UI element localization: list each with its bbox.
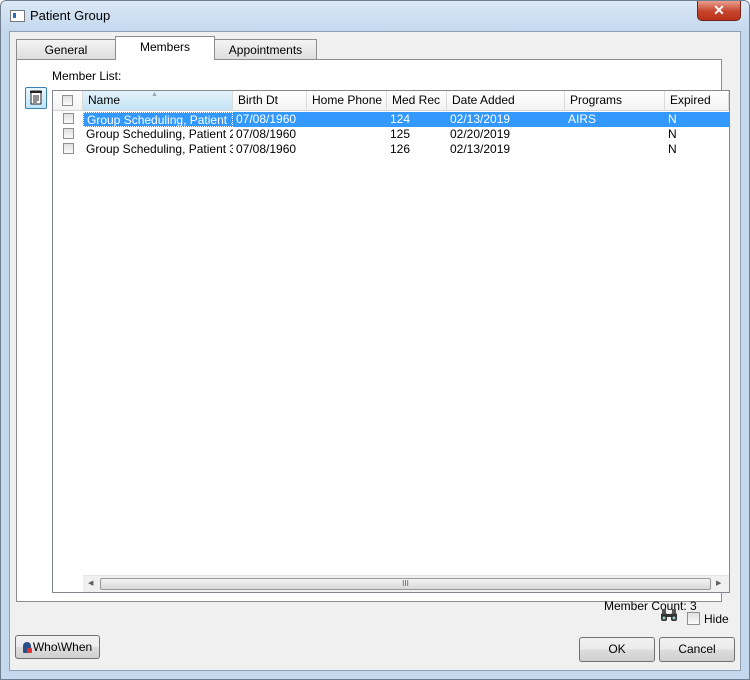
tab-appointments[interactable]: Appointments (214, 39, 317, 60)
member-list-label: Member List: (52, 69, 122, 83)
column-header-med-rec[interactable]: Med Rec (387, 91, 447, 111)
table-row[interactable]: Group Scheduling, Patient 1 07/08/1960 1… (83, 112, 729, 127)
column-header-date-added[interactable]: Date Added (447, 91, 565, 111)
cell-home-phone (307, 142, 387, 157)
scroll-right-icon[interactable]: ▶ (716, 579, 721, 587)
column-header-name[interactable]: ▲ Name (83, 91, 233, 111)
header-select-all-cell (53, 91, 83, 111)
cell-expired: N (668, 112, 677, 126)
window-title: Patient Group (30, 8, 111, 23)
row-checkbox[interactable] (63, 143, 74, 154)
cell-date-added: 02/13/2019 (450, 112, 511, 126)
cell-programs (565, 142, 665, 157)
cell-home-phone (307, 112, 387, 127)
cancel-button[interactable]: Cancel (659, 637, 735, 662)
hide-label: Hide (704, 612, 729, 626)
whowhen-label: Who\When (32, 640, 93, 654)
dialog-body: General Members Appointments Member List… (9, 31, 741, 671)
cell-expired: N (668, 142, 677, 156)
tab-members[interactable]: Members (115, 36, 215, 60)
row-checkbox[interactable] (63, 113, 74, 124)
cell-home-phone (307, 127, 387, 142)
binoculars-icon[interactable] (660, 608, 678, 622)
cell-birth-dt: 07/08/1960 (236, 142, 297, 156)
app-window-icon (10, 10, 25, 22)
cell-date-added: 02/13/2019 (450, 142, 511, 156)
member-list-icon (30, 90, 42, 105)
scroll-left-icon[interactable]: ◀ (88, 579, 93, 587)
member-list-grid[interactable]: ▲ Name Birth Dt Home Phone Med Rec Date … (52, 90, 730, 593)
cell-birth-dt: 07/08/1960 (236, 112, 297, 126)
row-checkbox[interactable] (63, 128, 74, 139)
horizontal-scrollbar[interactable]: ◀ III ▶ (83, 575, 729, 592)
column-header-expired[interactable]: Expired (665, 91, 729, 111)
cell-programs (565, 127, 665, 142)
cell-name: Group Scheduling, Patient 1 (83, 112, 233, 127)
sort-ascending-icon: ▲ (151, 91, 158, 98)
close-icon: ✕ (713, 2, 725, 18)
cell-birth-dt: 07/08/1960 (236, 127, 297, 141)
ok-button[interactable]: OK (579, 637, 655, 662)
member-count-value: 3 (690, 599, 697, 613)
cell-med-rec: 124 (390, 112, 411, 126)
hide-checkbox[interactable] (687, 612, 700, 625)
cell-med-rec: 126 (390, 142, 411, 156)
cell-name: Group Scheduling, Patient 2 (86, 127, 233, 141)
column-header-programs[interactable]: Programs (565, 91, 665, 111)
column-header-birth-dt[interactable]: Birth Dt (233, 91, 307, 111)
title-bar[interactable]: Patient Group ✕ (1, 1, 749, 31)
scrollbar-thumb[interactable]: III (100, 578, 711, 590)
column-header-home-phone[interactable]: Home Phone (307, 91, 387, 111)
table-row[interactable]: Group Scheduling, Patient 3 07/08/1960 1… (83, 142, 729, 157)
tab-general[interactable]: General (16, 39, 116, 60)
whowhen-icon (22, 642, 32, 653)
close-button[interactable]: ✕ (697, 1, 741, 21)
table-row[interactable]: Group Scheduling, Patient 2 07/08/1960 1… (83, 127, 729, 142)
cell-date-added: 02/20/2019 (450, 127, 511, 141)
cell-med-rec: 125 (390, 127, 411, 141)
cell-expired: N (668, 127, 677, 141)
cell-programs: AIRS (568, 112, 597, 126)
whowhen-button[interactable]: Who\When (15, 635, 100, 659)
patient-group-window: Patient Group ✕ General Members Appointm… (0, 0, 750, 680)
member-list-button[interactable] (25, 87, 47, 109)
members-tab-panel: Member List: ▲ Name Birth Dt Home Phone … (16, 59, 730, 613)
cell-name: Group Scheduling, Patient 3 (86, 142, 233, 156)
select-all-checkbox[interactable] (62, 95, 73, 106)
